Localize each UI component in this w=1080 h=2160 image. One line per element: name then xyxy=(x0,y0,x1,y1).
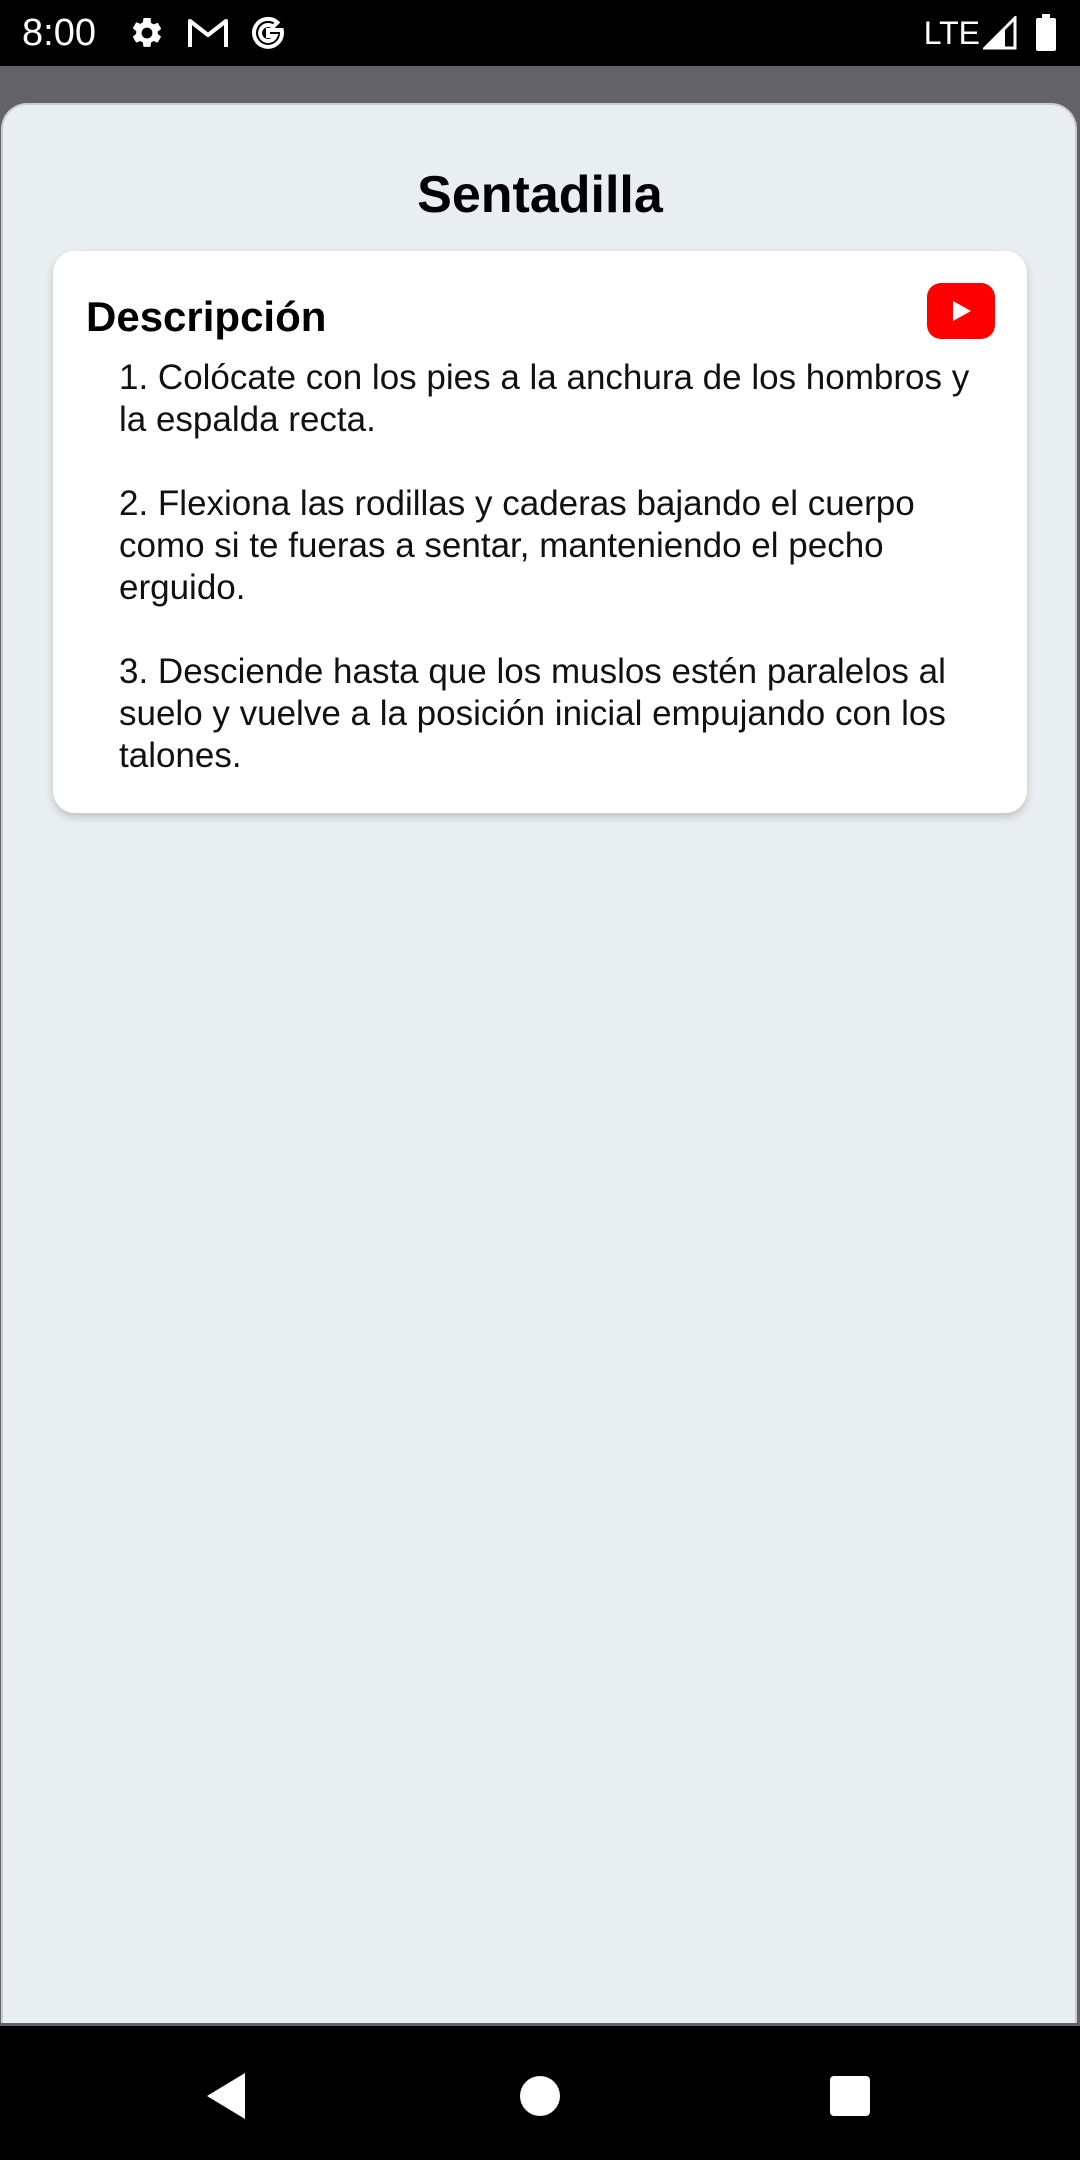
back-button[interactable] xyxy=(196,2066,256,2126)
navigation-bar xyxy=(0,2026,1080,2160)
network-type: LTE xyxy=(923,15,980,51)
page-title: Sentadilla xyxy=(417,166,663,224)
signal-icon xyxy=(982,14,1018,52)
youtube-icon xyxy=(953,301,971,321)
step-item: 2. Flexiona las rodillas y caderas bajan… xyxy=(119,484,915,607)
battery-icon xyxy=(1034,14,1058,52)
card-heading: Descripción xyxy=(86,293,327,340)
settings-icon xyxy=(128,14,166,52)
recents-button[interactable] xyxy=(820,2066,880,2126)
recents-icon xyxy=(830,2076,870,2116)
steps-list: 1. Colócate con los pies a la anchura de… xyxy=(119,357,999,777)
phone-screen: 8:00 LTE Sentadilla Descripción 1. Colóc… xyxy=(0,0,1080,2160)
status-bar: 8:00 LTE xyxy=(0,0,1080,66)
youtube-video-button[interactable] xyxy=(927,283,995,339)
home-button[interactable] xyxy=(510,2066,570,2126)
step-item: 3. Desciende hasta que los muslos estén … xyxy=(119,652,946,775)
step-item: 1. Colócate con los pies a la anchura de… xyxy=(119,358,970,439)
gmail-icon xyxy=(186,14,230,52)
home-icon xyxy=(520,2076,560,2116)
status-time: 8:00 xyxy=(22,12,96,54)
description-card: Descripción 1. Colócate con los pies a l… xyxy=(53,251,1027,813)
google-icon xyxy=(248,14,288,52)
back-icon xyxy=(207,2073,245,2119)
